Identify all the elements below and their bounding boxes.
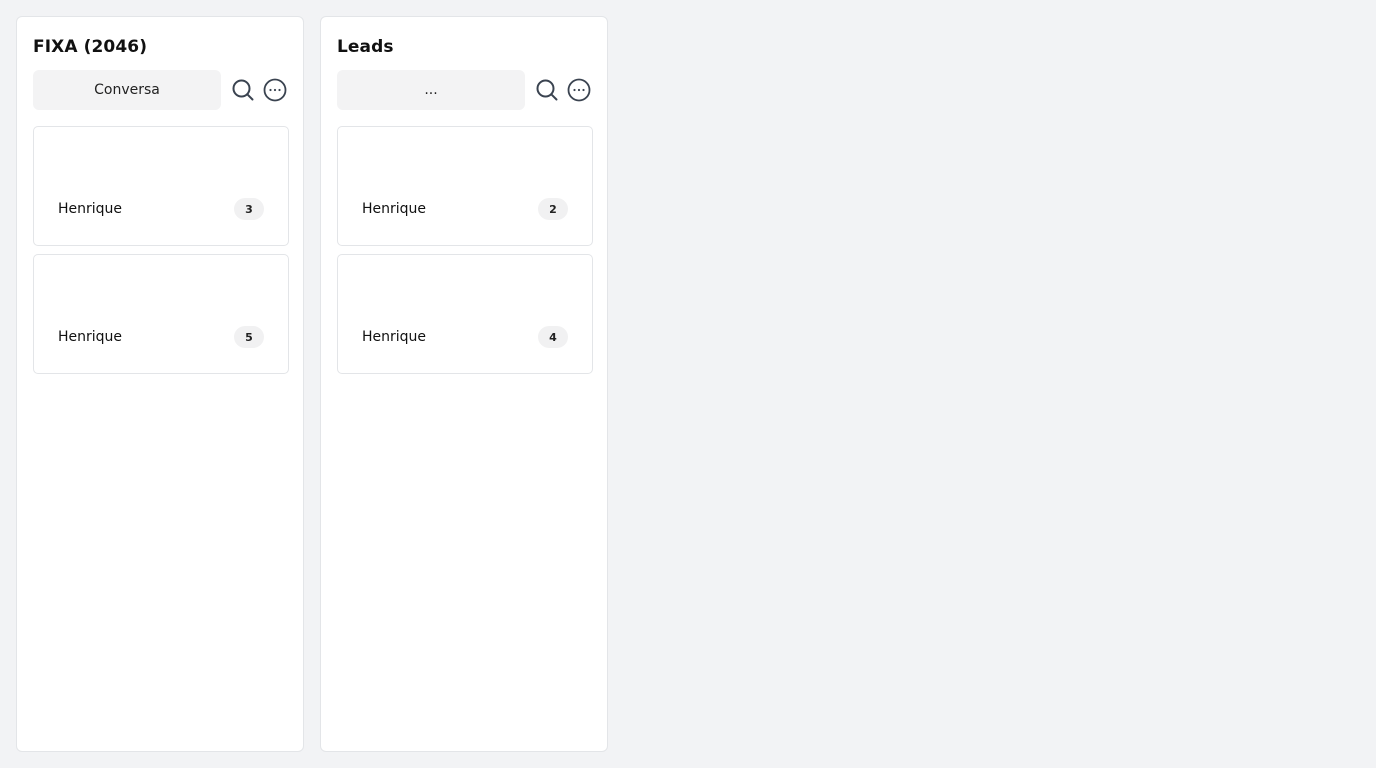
search-icon[interactable]: [231, 78, 255, 102]
lead-card[interactable]: Henrique 2: [337, 126, 593, 246]
card-contact-name: Henrique: [58, 329, 123, 345]
column-title: FIXA (2046): [33, 37, 148, 57]
card-contact-name: Henrique: [362, 329, 427, 345]
column-title: Leads: [337, 37, 394, 57]
column-fixa: FIXA (2046) Conversa Henrique 3 Henrique…: [16, 16, 304, 752]
card-contact-name: Henrique: [58, 201, 123, 217]
lead-card[interactable]: Henrique 4: [337, 254, 593, 374]
column-controls: ...: [337, 70, 591, 110]
lead-card[interactable]: Henrique 3: [33, 126, 289, 246]
column-filter-button[interactable]: Conversa: [33, 70, 221, 110]
column-controls: Conversa: [33, 70, 287, 110]
card-contact-name: Henrique: [362, 201, 427, 217]
card-list: Henrique 3 Henrique 5: [33, 126, 289, 374]
lead-card[interactable]: Henrique 5: [33, 254, 289, 374]
card-list: Henrique 2 Henrique 4: [337, 126, 593, 374]
card-count-badge: 2: [538, 198, 568, 220]
card-count-badge: 5: [234, 326, 264, 348]
kanban-board: FIXA (2046) Conversa Henrique 3 Henrique…: [16, 16, 608, 752]
search-icon[interactable]: [535, 78, 559, 102]
column-filter-button[interactable]: ...: [337, 70, 525, 110]
card-count-badge: 4: [538, 326, 568, 348]
more-options-icon[interactable]: [263, 78, 287, 102]
column-leads: Leads ... Henrique 2 Henrique 4: [320, 16, 608, 752]
more-options-icon[interactable]: [567, 78, 591, 102]
card-count-badge: 3: [234, 198, 264, 220]
